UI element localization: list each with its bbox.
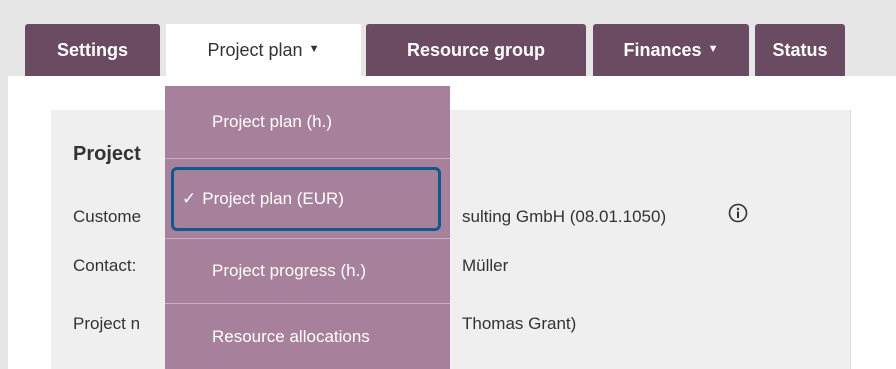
tab-settings[interactable]: Settings <box>25 24 160 76</box>
left-frame-border <box>0 0 8 369</box>
menu-item-project-progress-hours[interactable]: Project progress (h.) <box>165 239 450 303</box>
tab-status-label: Status <box>772 39 828 60</box>
panel-divider <box>850 110 851 369</box>
menu-item-project-plan-hours[interactable]: Project plan (h.) <box>165 86 450 157</box>
menu-item-label: Project progress (h.) <box>212 261 366 280</box>
menu-item-label: Project plan (h.) <box>212 111 332 131</box>
chevron-down-icon: ▼ <box>707 43 719 55</box>
tab-finances[interactable]: Finances ▼ <box>593 24 749 76</box>
menu-item-label: Resource allocations <box>212 326 370 346</box>
customer-label: Custome <box>73 207 142 226</box>
project-manager-label: Project n <box>73 314 141 333</box>
tab-status[interactable]: Status <box>755 24 845 76</box>
project-plan-dropdown-menu: Project plan (h.) ✓ Project plan (EUR) P… <box>165 86 450 369</box>
tab-project-plan[interactable]: Project plan ▼ <box>166 24 361 76</box>
chevron-down-icon: ▼ <box>308 43 320 55</box>
customer-value: sulting GmbH (08.01.1050) <box>462 207 667 226</box>
tab-project-plan-label: Project plan <box>207 39 303 60</box>
menu-item-resource-allocations[interactable]: Resource allocations <box>165 304 450 369</box>
info-icon[interactable] <box>728 203 748 223</box>
menu-item-project-plan-eur[interactable]: ✓ Project plan (EUR) <box>171 167 441 231</box>
contact-value: Müller <box>462 256 509 275</box>
checkmark-icon: ✓ <box>182 189 197 208</box>
tab-resource-group[interactable]: Resource group <box>366 24 586 76</box>
project-section-title: Project <box>73 143 141 165</box>
project-manager-value: Thomas Grant) <box>462 314 577 333</box>
menu-item-label: Project plan (EUR) <box>202 189 344 208</box>
contact-label: Contact: <box>73 256 137 275</box>
tab-finances-label: Finances <box>623 39 702 60</box>
tab-settings-label: Settings <box>56 39 128 60</box>
tab-resource-group-label: Resource group <box>406 39 546 60</box>
menu-divider <box>165 158 450 159</box>
